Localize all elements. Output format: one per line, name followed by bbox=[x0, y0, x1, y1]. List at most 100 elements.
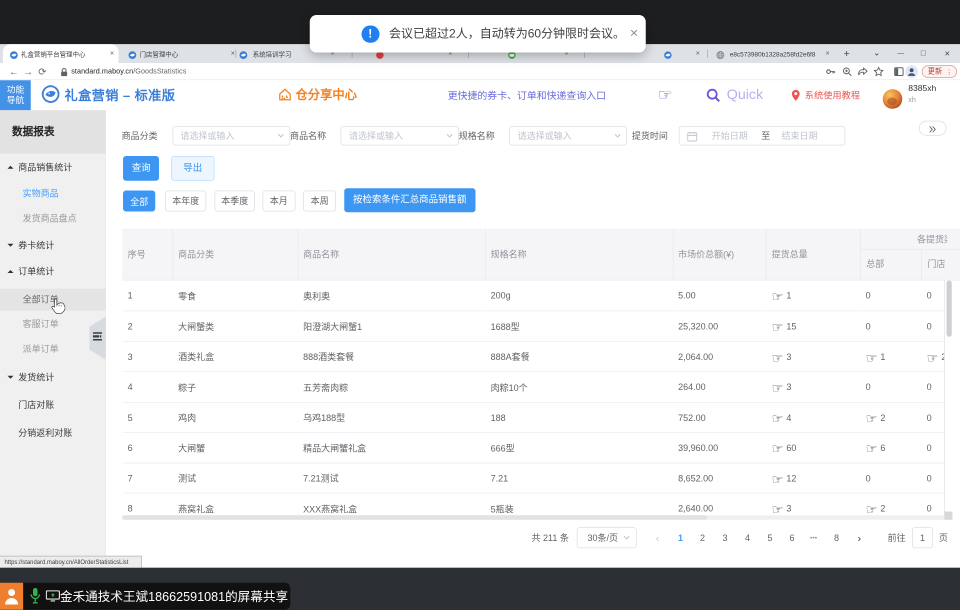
summary-button[interactable]: 按检索条件汇总商品销售额 bbox=[344, 188, 475, 212]
hand-pointer-icon[interactable]: ☞ bbox=[866, 411, 878, 426]
url-text[interactable]: standard.maboy.cn/GoodsStatistics bbox=[71, 63, 186, 80]
browser-menu-icon[interactable]: ⋮ bbox=[946, 66, 953, 78]
pagination-prev[interactable]: ‹ bbox=[652, 527, 664, 548]
tab-close-icon[interactable]: × bbox=[824, 50, 832, 58]
table-row[interactable]: 4粽子五芳斋肉粽肉粽10个264.00☞300 bbox=[122, 372, 944, 402]
hand-pointer-icon[interactable]: ☞ bbox=[866, 503, 878, 514]
filter-select-商品分类[interactable]: 请选择或输入 bbox=[172, 126, 290, 146]
new-tab-button[interactable]: + bbox=[839, 44, 856, 63]
table-cell: 3 bbox=[122, 342, 172, 372]
range-tab-本年度[interactable]: 本年度 bbox=[165, 190, 207, 211]
pagination-page-2[interactable]: 2 bbox=[695, 527, 710, 548]
table-row[interactable]: 3酒类礼盒888酒类套餐888A套餐2,064.00☞3☞1☞2 bbox=[122, 342, 944, 372]
table-cell: 8,652.00 bbox=[673, 463, 767, 493]
bookmark-star-icon[interactable] bbox=[873, 66, 884, 77]
sidebar-item-label: 发货商品盘点 bbox=[23, 208, 77, 230]
sidebar-item-分销返利对账[interactable]: 分销返利对账 bbox=[0, 423, 106, 445]
pagination-page-6[interactable]: 6 bbox=[785, 527, 800, 548]
share-icon[interactable] bbox=[857, 66, 868, 77]
filter-label: 规格名称 bbox=[459, 126, 495, 146]
function-nav-button[interactable]: 功能导航 bbox=[0, 80, 31, 112]
participant-icon[interactable] bbox=[0, 582, 23, 610]
pagination-page-1[interactable]: 1 bbox=[673, 527, 688, 548]
table-row[interactable]: 8燕窝礼盒XXX燕窝礼盒5瓶装2,640.00☞3☞20 bbox=[122, 493, 944, 513]
avatar[interactable] bbox=[883, 89, 902, 108]
horizontal-scrollbar-thumb[interactable] bbox=[122, 515, 707, 520]
browser-tab[interactable]: 门店管理中心× bbox=[122, 44, 234, 63]
hand-pointer-icon[interactable]: ☞ bbox=[772, 381, 784, 396]
sidebar-item-发货统计[interactable]: 发货统计 bbox=[0, 367, 106, 389]
table-row[interactable]: 2大闸蟹类阳澄湖大闸蟹11688型25,320.00☞1500 bbox=[122, 311, 944, 341]
mouse-cursor bbox=[50, 298, 66, 315]
table-row[interactable]: 7测试7.21测试7.218,652.00☞1200 bbox=[122, 463, 944, 493]
vertical-scrollbar-thumb[interactable] bbox=[946, 281, 951, 337]
hand-pointer-icon[interactable]: ☞ bbox=[772, 320, 784, 335]
hand-pointer-icon[interactable]: ☞ bbox=[772, 411, 784, 426]
range-tab-本周[interactable]: 本周 bbox=[303, 190, 336, 211]
pickup-date-range[interactable]: 开始日期 至 结束日期 bbox=[679, 126, 846, 146]
pagination-page-•••[interactable]: ••• bbox=[806, 527, 821, 548]
browser-tab[interactable]: 礼盒营销平台管理中心× bbox=[3, 44, 119, 63]
end-date-input[interactable]: 结束日期 bbox=[782, 127, 818, 145]
banner-close-icon[interactable]: × bbox=[630, 15, 638, 53]
window-close-button[interactable]: × bbox=[939, 44, 956, 63]
calendar-icon bbox=[687, 131, 698, 142]
sidebar-item-门店对账[interactable]: 门店对账 bbox=[0, 395, 106, 417]
quick-search-icon[interactable] bbox=[706, 88, 721, 103]
sidebar-item-发货商品盘点[interactable]: 发货商品盘点 bbox=[0, 208, 106, 230]
back-icon[interactable]: ← bbox=[9, 63, 19, 80]
tab-search-icon[interactable]: ⌄ bbox=[869, 44, 886, 63]
promo-text-link[interactable]: 更快捷的券卡、订单和快递查询入口 bbox=[448, 80, 606, 110]
filter-select-商品名称[interactable]: 请选择或输入 bbox=[341, 126, 459, 146]
range-tab-本季度[interactable]: 本季度 bbox=[214, 190, 255, 211]
range-tab-本月[interactable]: 本月 bbox=[262, 190, 295, 211]
side-panel-icon[interactable] bbox=[893, 66, 904, 77]
sidebar-item-订单统计[interactable]: 订单统计 bbox=[0, 261, 106, 283]
hand-pointer-icon[interactable]: ☞ bbox=[866, 351, 878, 366]
system-tutorial-link[interactable]: 系统使用教程 bbox=[805, 80, 860, 110]
sidebar-item-券卡统计[interactable]: 券卡统计 bbox=[0, 235, 106, 257]
table-row[interactable]: 1零食奥利奥200g5.00☞100 bbox=[122, 281, 944, 311]
start-date-input[interactable]: 开始日期 bbox=[712, 127, 748, 145]
hand-pointer-icon[interactable]: ☞ bbox=[772, 442, 784, 457]
profile-icon[interactable] bbox=[905, 65, 918, 78]
table-row[interactable]: 5鸡肉乌鸡188型188752.00☞4☞20 bbox=[122, 402, 944, 432]
password-key-icon[interactable] bbox=[825, 66, 836, 77]
hand-pointer-icon[interactable]: ☞ bbox=[772, 290, 784, 305]
browser-update-chip[interactable]: 更新 ⋮ bbox=[922, 65, 957, 78]
pagination-page-8[interactable]: 8 bbox=[829, 527, 844, 548]
filter-select-规格名称[interactable]: 请选择或输入 bbox=[509, 126, 627, 146]
screen-share-icon[interactable] bbox=[46, 590, 60, 601]
hand-pointer-icon[interactable]: ☞ bbox=[866, 442, 878, 457]
tab-close-icon[interactable]: × bbox=[694, 50, 702, 58]
range-tab-全部[interactable]: 全部 bbox=[123, 190, 155, 211]
hand-pointer-icon[interactable]: ☞ bbox=[927, 351, 939, 366]
page-size-select[interactable]: 30条/页 bbox=[577, 527, 637, 548]
sidebar-item-商品销售统计[interactable]: 商品销售统计 bbox=[0, 157, 106, 179]
export-button[interactable]: 导出 bbox=[171, 156, 215, 181]
table-cell: ☞60 bbox=[766, 433, 860, 463]
pagination-jump-input[interactable]: 1 bbox=[912, 527, 933, 548]
zoom-icon[interactable] bbox=[842, 66, 853, 77]
pagination-page-5[interactable]: 5 bbox=[763, 527, 778, 548]
reload-icon[interactable]: ⟳ bbox=[38, 63, 46, 80]
hand-pointer-icon[interactable]: ☞ bbox=[772, 351, 784, 366]
window-maximize-button[interactable]: □ bbox=[915, 44, 932, 63]
microphone-icon[interactable] bbox=[30, 587, 41, 604]
sidebar-item-实物商品[interactable]: 实物商品 bbox=[0, 183, 106, 205]
filter-expand-button[interactable] bbox=[919, 121, 947, 136]
window-minimize-button[interactable]: — bbox=[893, 44, 910, 63]
pagination-next[interactable]: › bbox=[853, 527, 865, 548]
hand-pointer-icon[interactable]: ☞ bbox=[772, 503, 784, 514]
tab-close-icon[interactable]: × bbox=[108, 50, 116, 58]
quick-label[interactable]: Quick bbox=[727, 80, 763, 110]
table-cell: ☞3 bbox=[766, 493, 860, 513]
pagination-page-3[interactable]: 3 bbox=[718, 527, 733, 548]
pagination-page-4[interactable]: 4 bbox=[740, 527, 755, 548]
warehouse-share-center-link[interactable]: 仓分享中心 bbox=[278, 80, 357, 110]
browser-tab[interactable]: e8c573980b1328a258fd2e6f8× bbox=[709, 44, 838, 63]
table-row[interactable]: 6大闸蟹精品大闸蟹礼盒666型39,960.00☞60☞60 bbox=[122, 433, 944, 463]
hand-pointer-icon[interactable]: ☞ bbox=[772, 472, 784, 487]
forward-icon[interactable]: → bbox=[23, 63, 33, 80]
query-button[interactable]: 查询 bbox=[123, 156, 159, 181]
